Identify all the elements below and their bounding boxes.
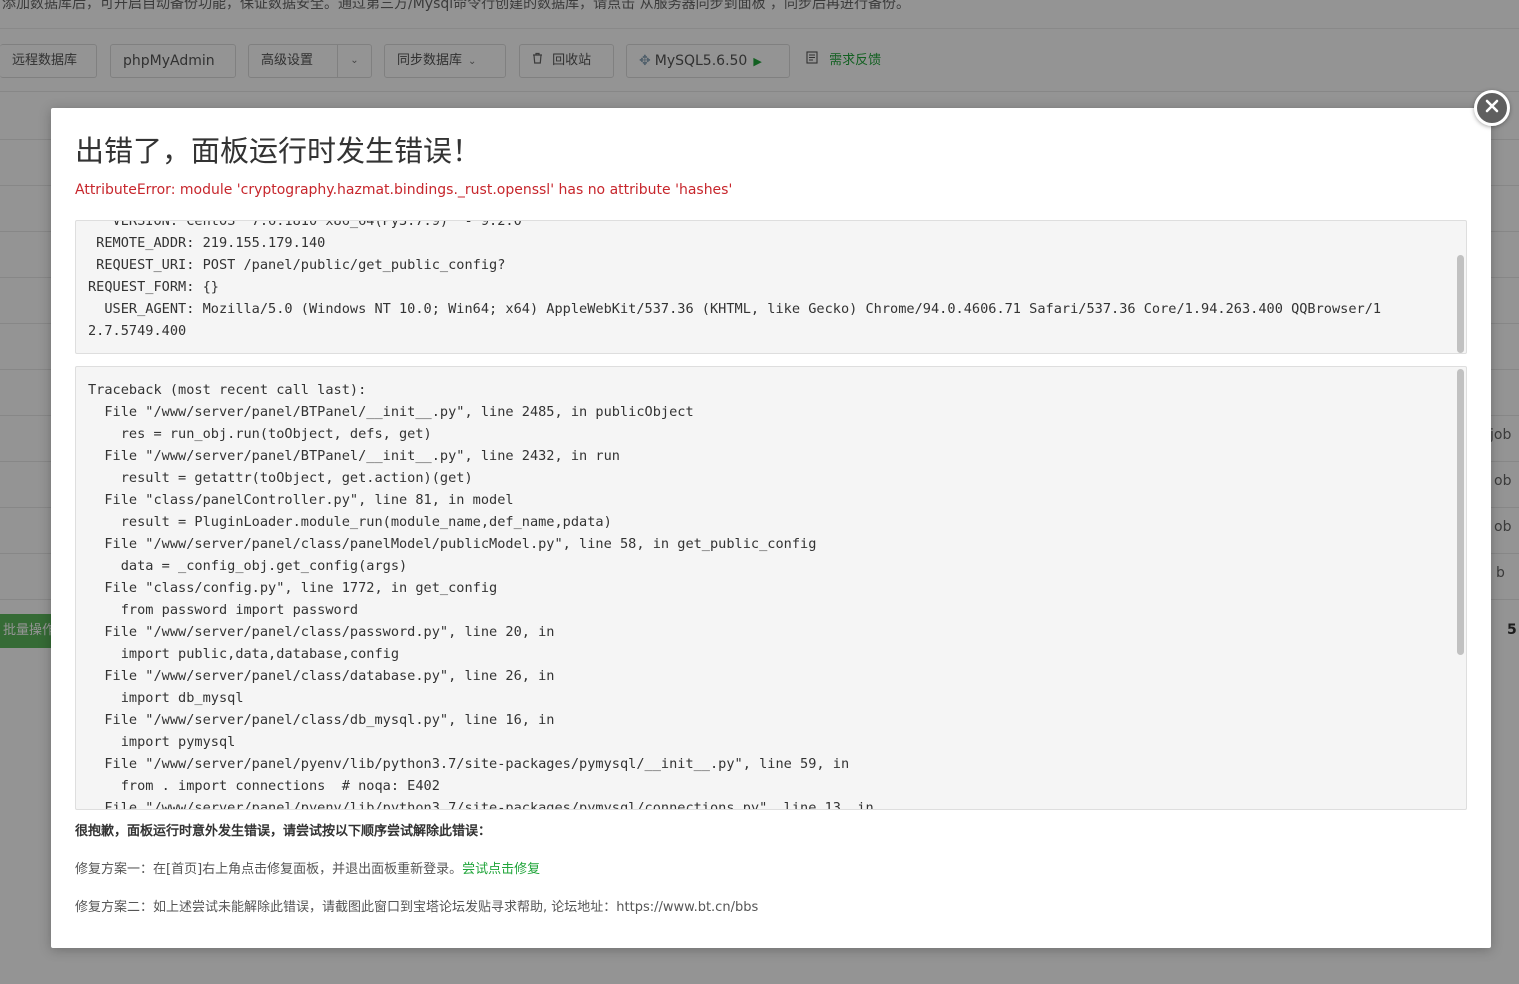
traceback-scrollbar[interactable] <box>1457 369 1464 655</box>
fix-option-one-text: 修复方案一：在[首页]右上角点击修复面板，并退出面板重新登录。 <box>75 862 463 877</box>
request-info-scrollbar[interactable] <box>1457 255 1464 353</box>
close-icon <box>1484 98 1500 118</box>
request-info-box[interactable]: VERSION: CentOS 7.6.1810 x86_64(Py3.7.9)… <box>75 220 1467 354</box>
error-dialog: 出错了，面板运行时发生错误！ AttributeError: module 'c… <box>51 108 1491 948</box>
help-heading: 很抱歉，面板运行时意外发生错误，请尝试按以下顺序尝试解除此错误： <box>75 824 492 839</box>
traceback-box[interactable]: Traceback (most recent call last): File … <box>75 366 1467 810</box>
fix-option-two: 修复方案二：如上述尝试未能解除此错误，请截图此窗口到宝塔论坛发贴寻求帮助, 论坛… <box>75 900 759 915</box>
error-message: AttributeError: module 'cryptography.haz… <box>75 182 733 198</box>
request-info-text: VERSION: CentOS 7.6.1810 x86_64(Py3.7.9)… <box>88 220 1382 339</box>
try-repair-link[interactable]: 尝试点击修复 <box>462 862 540 877</box>
close-button[interactable] <box>1474 90 1510 126</box>
dialog-title: 出错了，面板运行时发生错误！ <box>75 134 482 168</box>
traceback-text: Traceback (most recent call last): File … <box>88 382 874 810</box>
fix-option-one: 修复方案一：在[首页]右上角点击修复面板，并退出面板重新登录。尝试点击修复 <box>75 858 540 877</box>
